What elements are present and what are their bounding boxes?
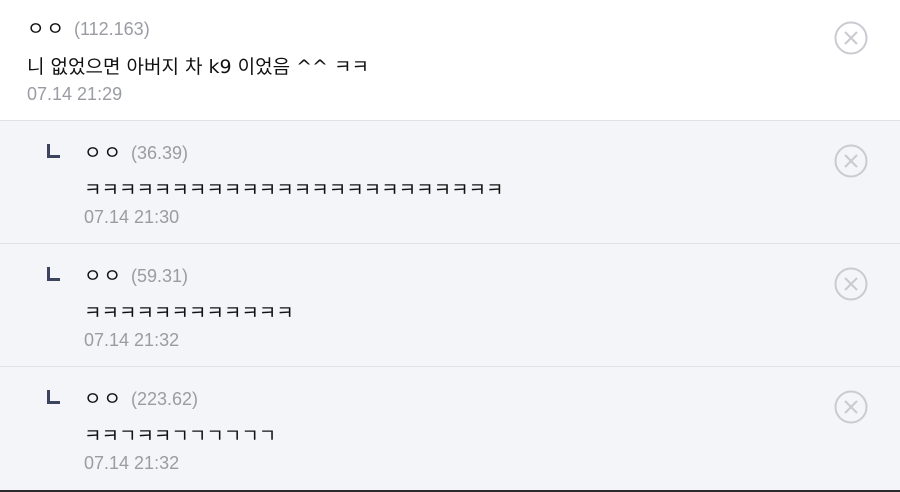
reply-date: 07.14 21:32 <box>84 453 180 473</box>
reply-header: ㅇㅇ (59.31) <box>84 261 188 288</box>
comment-list: ㅇㅇ (112.163) 니 없었으면 아버지 차 k9 이었음 ^^ ㅋㅋ 0… <box>0 0 900 492</box>
reply-text: ㅋㅋㄱㅋㅋㄱㄱㄱㄱㄱㄱ <box>84 425 277 447</box>
comment-item: ㅇㅇ (112.163) 니 없었으면 아버지 차 k9 이었음 ^^ ㅋㅋ 0… <box>0 0 900 121</box>
reply-ip: (223.62) <box>130 389 199 409</box>
reply-nickname[interactable]: ㅇㅇ <box>84 384 123 411</box>
comment-nickname[interactable]: ㅇㅇ <box>27 14 66 41</box>
reply-header: ㅇㅇ (223.62) <box>84 384 198 411</box>
comment-ip: (112.163) <box>73 19 150 39</box>
reply-text: ㅋㅋㅋㅋㅋㅋㅋㅋㅋㅋㅋㅋ <box>84 302 294 324</box>
delete-button[interactable] <box>834 390 868 424</box>
reply-ip: (59.31) <box>130 266 189 286</box>
delete-button[interactable] <box>834 144 868 178</box>
delete-button[interactable] <box>834 267 868 301</box>
close-circle-icon <box>834 144 868 178</box>
reply-header: ㅇㅇ (36.39) <box>84 138 188 165</box>
close-circle-icon <box>834 21 868 55</box>
reply-corner-icon <box>47 390 60 404</box>
reply-corner-icon <box>47 144 60 158</box>
reply-item: ㅇㅇ (223.62) ㅋㅋㄱㅋㅋㄱㄱㄱㄱㄱㄱ 07.14 21:32 <box>0 367 900 492</box>
close-circle-icon <box>834 390 868 424</box>
comment-text: 니 없었으면 아버지 차 k9 이었음 ^^ ㅋㅋ <box>27 56 369 78</box>
reply-nickname[interactable]: ㅇㅇ <box>84 138 123 165</box>
reply-item: ㅇㅇ (59.31) ㅋㅋㅋㅋㅋㅋㅋㅋㅋㅋㅋㅋ 07.14 21:32 <box>0 244 900 367</box>
reply-text: ㅋㅋㅋㅋㅋㅋㅋㅋㅋㅋㅋㅋㅋㅋㅋㅋㅋㅋㅋㅋㅋㅋㅋㅋ <box>84 179 504 201</box>
close-circle-icon <box>834 267 868 301</box>
reply-corner-icon <box>47 267 60 281</box>
reply-item: ㅇㅇ (36.39) ㅋㅋㅋㅋㅋㅋㅋㅋㅋㅋㅋㅋㅋㅋㅋㅋㅋㅋㅋㅋㅋㅋㅋㅋ 07.1… <box>0 121 900 244</box>
delete-button[interactable] <box>834 21 868 55</box>
reply-date: 07.14 21:30 <box>84 207 180 227</box>
comment-date: 07.14 21:29 <box>27 84 123 104</box>
reply-ip: (36.39) <box>130 143 189 163</box>
reply-date: 07.14 21:32 <box>84 330 180 350</box>
reply-nickname[interactable]: ㅇㅇ <box>84 261 123 288</box>
comment-header: ㅇㅇ (112.163) <box>27 14 150 41</box>
